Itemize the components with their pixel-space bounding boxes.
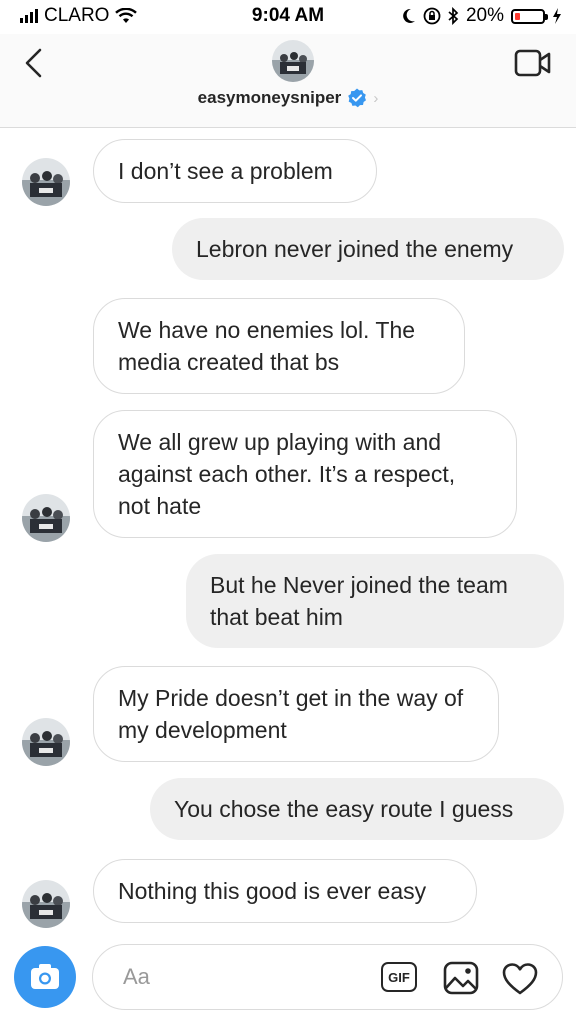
header-username-row[interactable]: easymoneysniper ›: [0, 88, 576, 108]
header-username[interactable]: easymoneysniper: [198, 88, 342, 108]
bluetooth-icon: [448, 7, 459, 25]
chat-header: easymoneysniper ›: [0, 34, 576, 128]
battery-percent: 20%: [465, 5, 504, 26]
status-bar: CLARO 9:04 AM 20%: [0, 0, 576, 34]
photo-icon[interactable]: [443, 961, 479, 995]
message-bubble-incoming[interactable]: My Pride doesn’t get in the way of my de…: [93, 666, 499, 762]
sender-avatar[interactable]: [22, 494, 70, 542]
moon-icon: [403, 8, 415, 23]
video-call-icon[interactable]: [514, 48, 552, 78]
message-bubble-incoming[interactable]: I don’t see a problem: [93, 139, 377, 203]
message-bubble-outgoing[interactable]: You chose the easy route I guess: [150, 778, 564, 840]
battery-icon: [511, 8, 548, 24]
sender-avatar[interactable]: [22, 718, 70, 766]
message-composer: Aa GIF: [12, 944, 564, 1012]
camera-button[interactable]: [14, 946, 76, 1008]
rotation-lock-icon: [423, 7, 441, 25]
message-bubble-incoming[interactable]: Nothing this good is ever easy: [93, 859, 477, 923]
camera-icon: [31, 964, 59, 989]
message-input[interactable]: Aa GIF: [92, 944, 563, 1010]
battery-level: [515, 12, 520, 20]
gif-icon[interactable]: GIF: [381, 962, 417, 992]
message-bubble-incoming[interactable]: We have no enemies lol. The media create…: [93, 298, 465, 394]
message-bubble-incoming[interactable]: We all grew up playing with and against …: [93, 410, 517, 538]
charging-icon: [553, 8, 561, 24]
heart-icon[interactable]: [501, 962, 539, 996]
message-bubble-outgoing[interactable]: But he Never joined the team that beat h…: [186, 554, 564, 648]
chevron-right-icon: ›: [373, 89, 379, 107]
verified-badge-icon: [348, 88, 367, 108]
header-avatar[interactable]: [272, 40, 314, 82]
message-bubble-outgoing[interactable]: Lebron never joined the enemy: [172, 218, 564, 280]
message-input-placeholder: Aa: [123, 964, 150, 989]
sender-avatar[interactable]: [22, 880, 70, 928]
sender-avatar[interactable]: [22, 158, 70, 206]
back-chevron-icon[interactable]: [18, 46, 52, 80]
